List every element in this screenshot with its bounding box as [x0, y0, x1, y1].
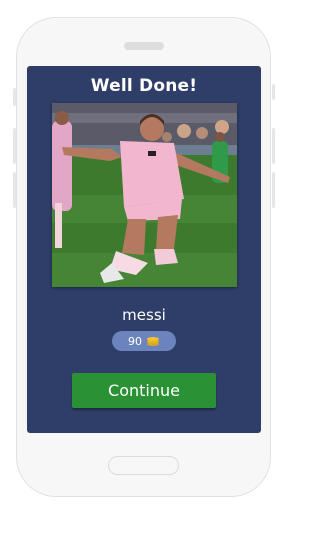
coins-value: 90 — [128, 334, 142, 348]
result-screen: Well Done! messi 90 Continue — [27, 66, 261, 433]
player-celebration-image — [52, 103, 237, 287]
phone-side-button — [272, 172, 275, 208]
answer-text: messi — [122, 306, 166, 324]
continue-button[interactable]: Continue — [72, 373, 216, 408]
phone-side-button — [272, 128, 275, 164]
phone-home-button[interactable] — [108, 456, 179, 475]
coins-icon — [147, 337, 159, 346]
coins-badge: 90 — [112, 331, 176, 351]
phone-speaker — [124, 42, 164, 50]
phone-side-button — [272, 84, 275, 100]
answer-photo — [52, 103, 237, 287]
phone-side-button — [13, 128, 16, 164]
phone-side-button — [13, 88, 16, 106]
result-title: Well Done! — [90, 76, 198, 96]
phone-side-button — [13, 172, 16, 208]
